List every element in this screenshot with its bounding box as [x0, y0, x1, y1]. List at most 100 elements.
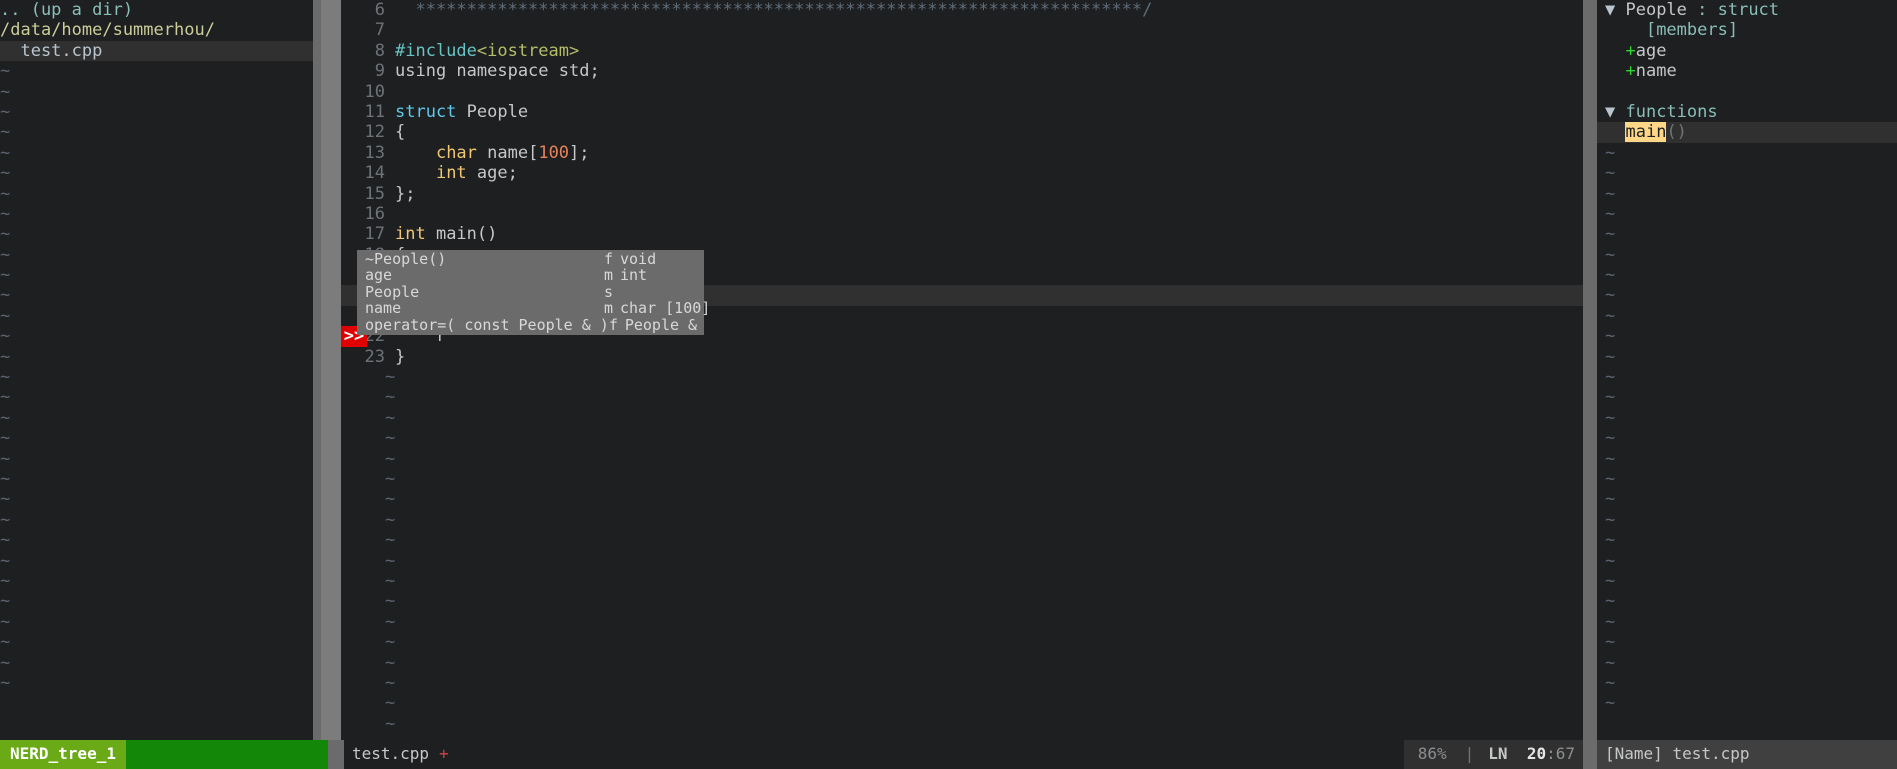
chevron-down-icon[interactable]: ▼ [1605, 0, 1625, 20]
nerdtree-tilde: ~ [0, 468, 11, 489]
token-plain: main() [425, 224, 498, 245]
nerdtree-tilde: ~ [0, 591, 11, 612]
autocomplete-type: char [100] [620, 299, 711, 318]
token-punct: { [395, 122, 406, 143]
token-plain: using namespace std; [395, 61, 600, 82]
editor-line[interactable]: 13 char name[100]; [341, 143, 1583, 163]
nerdtree-tilde: ~ [0, 570, 11, 591]
tagbar-indent [1605, 82, 1625, 102]
tagbar-tilde: ~ [1605, 611, 1616, 632]
status-position: LN 20 : 67 [1478, 740, 1583, 769]
token-pre: #include [395, 40, 477, 61]
autocomplete-item[interactable]: People s [357, 282, 704, 301]
autocomplete-item[interactable]: ~People() f void [357, 250, 704, 268]
chevron-down-icon[interactable]: ▼ [1605, 102, 1625, 122]
nerdtree-tilde: ~ [0, 489, 11, 510]
autocomplete-word: ~People() [365, 250, 447, 268]
editor-line[interactable]: 14 int age; [341, 163, 1583, 183]
editor-line[interactable]: 11 struct People [341, 102, 1583, 122]
editor-line[interactable]: 8 #include<iostream> [341, 41, 1583, 61]
nerdtree-tilde: ~ [0, 652, 11, 673]
editor-line[interactable]: 16 [341, 204, 1583, 224]
autocomplete-item[interactable]: age m int [357, 267, 704, 284]
status-nerdtree-name: NERD_tree_1 [0, 740, 126, 769]
autocomplete-item[interactable]: name m char [100] [357, 299, 710, 318]
autocomplete-type [620, 284, 704, 300]
editor-tilde: ~ [385, 509, 396, 530]
vim-window: .. (up a dir)/data/home/summerhou/ test.… [0, 0, 1897, 769]
tagbar-entry[interactable]: +age [1597, 41, 1897, 61]
tagbar-tilde: ~ [1605, 326, 1616, 347]
tagbar-entry[interactable]: ▼ functions [1597, 102, 1897, 122]
status-tagbar-label: [Name] [1605, 744, 1663, 764]
tagbar-entry[interactable]: ▼ People : struct [1597, 0, 1897, 20]
editor-tilde: ~ [385, 570, 396, 591]
nerdtree-tilde: ~ [0, 346, 11, 367]
tagbar-kind-label: [members] [1625, 20, 1739, 41]
editor-line[interactable]: 7 [341, 20, 1583, 40]
editor-line[interactable]: 6 **************************************… [341, 0, 1583, 20]
editor-tilde: ~ [385, 530, 396, 551]
line-number: 8 [374, 40, 385, 61]
tagbar-entry[interactable]: [members] [1597, 20, 1897, 40]
tagbar-entry[interactable] [1597, 82, 1897, 102]
status-filename: test.cpp [351, 744, 430, 764]
tagbar-tilde: ~ [1605, 448, 1616, 469]
editor-tilde: ~ [385, 387, 396, 408]
editor-tilde: ~ [385, 489, 396, 510]
autocomplete-item[interactable]: operator=( const People & ) f People & [357, 315, 704, 334]
nerdtree-tilde: ~ [0, 530, 11, 551]
tagbar-tilde: ~ [1605, 509, 1616, 530]
editor-tilde: ~ [385, 672, 396, 693]
nerdtree-tilde: ~ [0, 142, 11, 163]
editor-line[interactable]: 23} [341, 347, 1583, 367]
editor-tilde: ~ [385, 652, 396, 673]
tagbar-tilde: ~ [1605, 387, 1616, 408]
tagbar-tilde: ~ [1605, 265, 1616, 286]
nerdtree-file-list[interactable]: .. (up a dir)/data/home/summerhou/ test.… [0, 0, 313, 62]
editor-line[interactable]: 12 { [341, 122, 1583, 142]
nerdtree-tilde: ~ [0, 387, 11, 408]
tagbar-symbol-list[interactable]: ▼ People : struct [members] +age +name ▼… [1597, 0, 1897, 143]
line-number: 10 [364, 81, 385, 102]
autocomplete-word: People [365, 282, 420, 301]
editor-line[interactable]: 10 [341, 82, 1583, 102]
editor-line[interactable]: 15}; [341, 184, 1583, 204]
nerdtree-panel[interactable]: .. (up a dir)/data/home/summerhou/ test.… [0, 0, 313, 740]
autocomplete-popup[interactable]: ~People() f void age m int People s name m char [1… [357, 250, 710, 335]
line-content: } [395, 347, 405, 367]
editor-line[interactable]: 17 int main() [341, 224, 1583, 244]
tagbar-entry[interactable]: +name [1597, 61, 1897, 81]
nerdtree-item-file[interactable]: test.cpp [0, 40, 313, 62]
tagbar-empty-lines: ~ ~ ~ ~ ~ ~ ~ ~ ~ ~ ~ ~ ~ ~ ~ ~ ~ ~ ~ ~ ~ ~ ~ ~ ~ ~ ~ ~ [1597, 143, 1897, 714]
tagbar-member-name: age [1635, 40, 1667, 61]
tagbar-tilde: ~ [1605, 163, 1616, 184]
autocomplete-type: People & [624, 315, 698, 334]
tagbar-tilde: ~ [1605, 672, 1616, 693]
editor-sign-gutter-bar [321, 0, 341, 740]
nerdtree-empty-lines: ~ ~ ~ ~ ~ ~ ~ ~ ~ ~ ~ ~ ~ ~ ~ ~ ~ ~ ~ ~ ~ ~ ~ ~ ~ ~ ~ ~ ~ ~ ~ [0, 61, 313, 693]
editor-line[interactable]: 9 using namespace std; [341, 61, 1583, 81]
nerdtree-item-up[interactable]: .. (up a dir) [0, 0, 313, 20]
window-separator-left [313, 0, 321, 740]
nerdtree-tilde: ~ [0, 285, 11, 306]
status-modified-flag: + [439, 744, 449, 764]
nerdtree-tilde: ~ [0, 122, 11, 143]
editor-tilde: ~ [385, 428, 396, 449]
line-content: { [395, 122, 405, 142]
autocomplete-kind: s [604, 282, 614, 301]
line-number: 23 [364, 346, 385, 367]
status-separator-2 [1583, 740, 1597, 769]
line-content: ****************************************… [395, 0, 1152, 20]
autocomplete-kind: m [604, 299, 614, 318]
token-num: 100 [538, 142, 570, 163]
tagbar-entry[interactable]: main() [1597, 122, 1897, 143]
nerdtree-item-path[interactable]: /data/home/summerhou/ [0, 20, 313, 40]
nerdtree-tilde: ~ [0, 672, 11, 693]
tagbar-panel[interactable]: ▼ People : struct [members] +age +name ▼… [1597, 0, 1897, 740]
token-punct: } [395, 346, 406, 367]
code-editor[interactable]: 6 **************************************… [341, 0, 1583, 740]
token-punct: }; [395, 183, 416, 204]
tagbar-tilde: ~ [1605, 346, 1616, 367]
